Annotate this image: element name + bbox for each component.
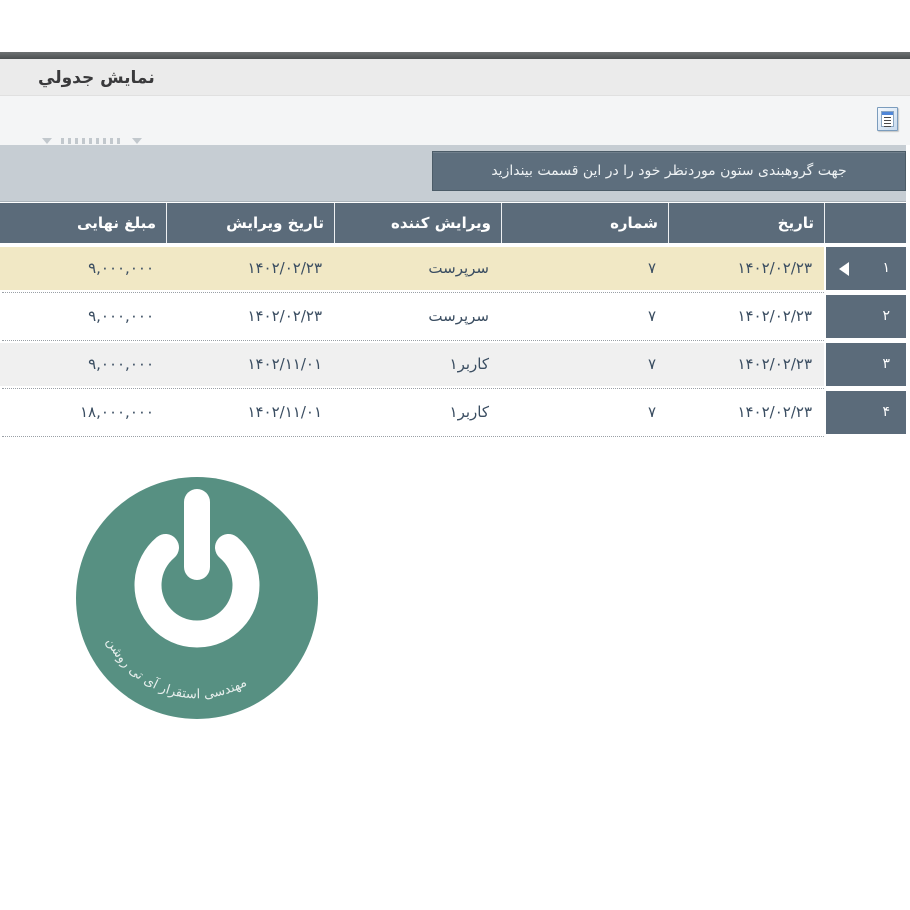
group-drop-hint[interactable]: جهت گروهبندی ستون موردنظر خود را در این … xyxy=(432,151,906,191)
column-chooser-icon-line xyxy=(884,123,891,124)
row-number: ۳ xyxy=(882,356,890,372)
row-number: ۴ xyxy=(882,404,890,420)
row-number-cell[interactable]: ۲ xyxy=(824,295,906,338)
table-row[interactable]: ۲ ۱۴۰۲/۰۲/۲۳ ۷ سرپرست ۱۴۰۲/۰۲/۲۳ ۹,۰۰۰,۰… xyxy=(0,295,906,338)
tick-marks-decoration xyxy=(61,138,123,144)
cell-editor: کاربر۱ xyxy=(334,343,501,386)
table-row[interactable]: ۳ ۱۴۰۲/۰۲/۲۳ ۷ کاربر۱ ۱۴۰۲/۱۱/۰۱ ۹,۰۰۰,۰… xyxy=(0,343,906,386)
cell-editor: سرپرست xyxy=(334,247,501,290)
row-number: ۲ xyxy=(882,308,890,324)
table-row[interactable]: ۱ ۱۴۰۲/۰۲/۲۳ ۷ سرپرست ۱۴۰۲/۰۲/۲۳ ۹,۰۰۰,۰… xyxy=(0,247,906,290)
focused-row-indicator xyxy=(839,261,849,276)
cell-number: ۷ xyxy=(501,343,668,386)
cell-date: ۱۴۰۲/۰۲/۲۳ xyxy=(668,391,824,434)
group-panel-peek-decoration xyxy=(42,138,142,144)
cell-date: ۱۴۰۲/۰۲/۲۳ xyxy=(668,247,824,290)
chevron-down-icon xyxy=(132,138,142,144)
column-header-amount[interactable]: مبلغ نهایی xyxy=(0,203,166,243)
row-separator xyxy=(0,290,906,295)
column-chooser-icon-line xyxy=(884,126,891,127)
column-header-edit-date[interactable]: تاریخ ویرایش xyxy=(166,203,334,243)
top-divider-bar xyxy=(0,52,910,59)
cell-amount: ۱۸,۰۰۰,۰۰۰ xyxy=(0,391,166,434)
data-grid: تاریخ شماره ویرایش کننده تاریخ ویرایش مب… xyxy=(0,203,906,439)
cell-editor: سرپرست xyxy=(334,295,501,338)
column-header-number[interactable]: شماره xyxy=(501,203,668,243)
table-header-row: تاریخ شماره ویرایش کننده تاریخ ویرایش مب… xyxy=(0,203,906,243)
row-separator xyxy=(0,338,906,343)
column-header-date[interactable]: تاریخ xyxy=(668,203,824,243)
cell-number: ۷ xyxy=(501,247,668,290)
cell-edit-date: ۱۴۰۲/۰۲/۲۳ xyxy=(166,247,334,290)
column-chooser-icon-line xyxy=(884,117,891,118)
cell-amount: ۹,۰۰۰,۰۰۰ xyxy=(0,247,166,290)
row-number-cell[interactable]: ۱ xyxy=(824,247,906,290)
column-chooser-button[interactable] xyxy=(877,107,898,131)
row-separator xyxy=(0,434,906,439)
cell-amount: ۹,۰۰۰,۰۰۰ xyxy=(0,343,166,386)
column-header-editor[interactable]: ویرایش کننده xyxy=(334,203,501,243)
column-chooser-icon xyxy=(881,111,894,127)
cell-number: ۷ xyxy=(501,391,668,434)
cell-amount: ۹,۰۰۰,۰۰۰ xyxy=(0,295,166,338)
page-title: نمايش جدولي xyxy=(38,68,155,88)
row-number-cell[interactable]: ۳ xyxy=(824,343,906,386)
cell-edit-date: ۱۴۰۲/۱۱/۰۱ xyxy=(166,391,334,434)
row-number: ۱ xyxy=(882,260,890,276)
cell-date: ۱۴۰۲/۰۲/۲۳ xyxy=(668,343,824,386)
power-logo: مهندسی استقرار آی تی روشن xyxy=(76,477,318,719)
table-body: ۱ ۱۴۰۲/۰۲/۲۳ ۷ سرپرست ۱۴۰۲/۰۲/۲۳ ۹,۰۰۰,۰… xyxy=(0,247,906,439)
title-strip: نمايش جدولي xyxy=(0,59,910,96)
column-chooser-icon-titlebar xyxy=(882,112,893,115)
cell-edit-date: ۱۴۰۲/۱۱/۰۱ xyxy=(166,343,334,386)
cell-number: ۷ xyxy=(501,295,668,338)
page: نمايش جدولي جهت گروهبندی ستون موردنظر خو… xyxy=(0,0,910,910)
table-row[interactable]: ۴ ۱۴۰۲/۰۲/۲۳ ۷ کاربر۱ ۱۴۰۲/۱۱/۰۱ ۱۸,۰۰۰,… xyxy=(0,391,906,434)
cell-date: ۱۴۰۲/۰۲/۲۳ xyxy=(668,295,824,338)
row-indicator-header xyxy=(824,203,906,243)
cell-edit-date: ۱۴۰۲/۰۲/۲۳ xyxy=(166,295,334,338)
column-chooser-icon-line xyxy=(884,120,891,121)
row-number-cell[interactable]: ۴ xyxy=(824,391,906,434)
chevron-down-icon xyxy=(42,138,52,144)
row-separator xyxy=(0,386,906,391)
cell-editor: کاربر۱ xyxy=(334,391,501,434)
